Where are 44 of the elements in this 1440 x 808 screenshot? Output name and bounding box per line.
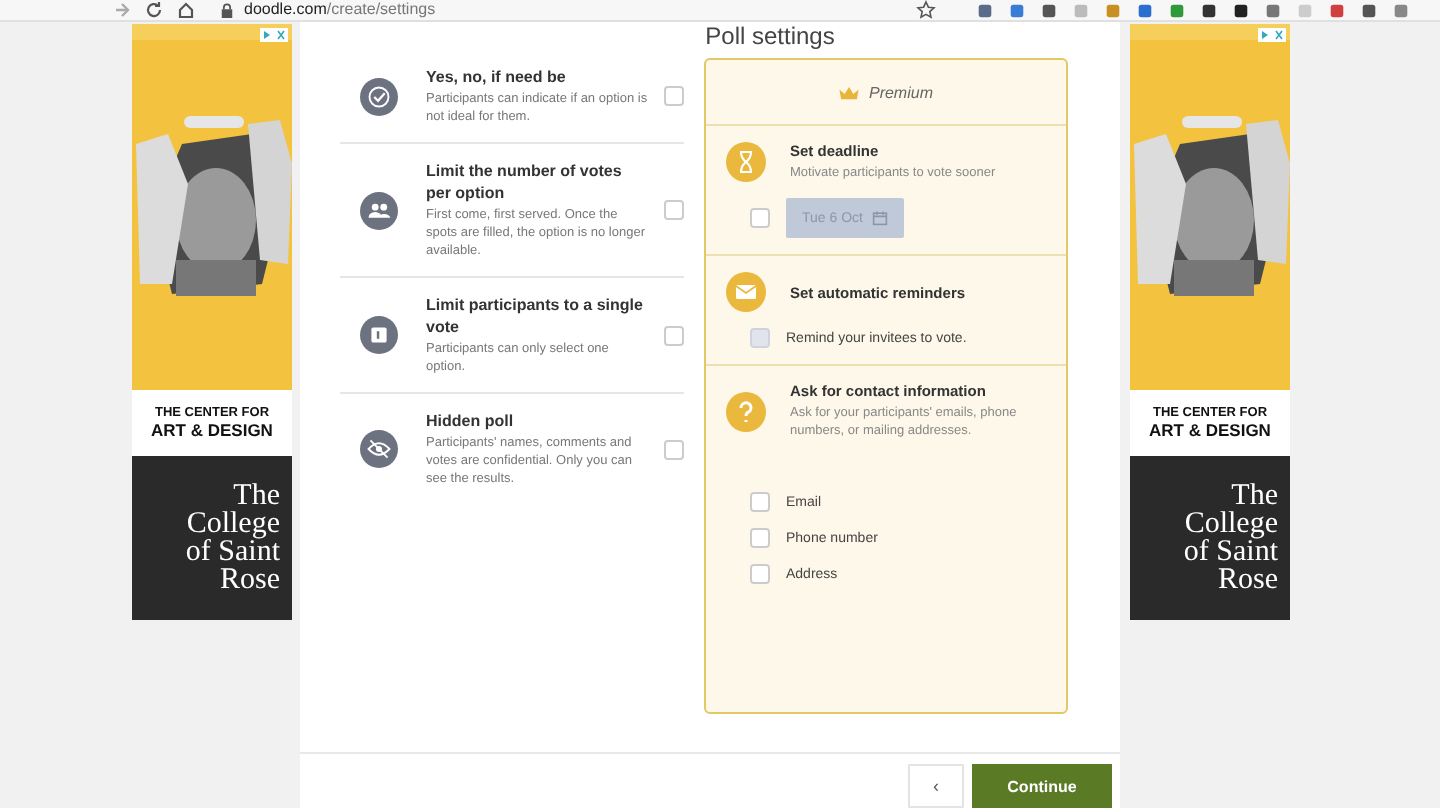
- college-name-line: of Saint: [1183, 538, 1278, 566]
- star-icon[interactable]: [916, 0, 936, 20]
- calendar-icon: [872, 210, 889, 226]
- reload-icon[interactable]: [144, 0, 164, 20]
- college-name-line: Rose: [220, 566, 280, 594]
- continue-button[interactable]: Continue: [972, 764, 1112, 808]
- option-title: Limit participants to a single vote: [426, 294, 645, 338]
- url-text: doodle.com/create/settings: [244, 0, 438, 20]
- premium-label: Premium: [868, 83, 933, 101]
- people-icon: [360, 191, 398, 229]
- number-one-icon: [360, 316, 398, 354]
- checkbox[interactable]: [664, 200, 684, 220]
- ad-choices-icon[interactable]: [260, 28, 288, 42]
- back-button[interactable]: ‹: [908, 764, 964, 808]
- college-name-line: College: [186, 510, 280, 538]
- checkbox[interactable]: [750, 208, 770, 228]
- college-name-line: The: [1231, 482, 1278, 510]
- checkbox[interactable]: [750, 528, 770, 548]
- address-bar[interactable]: doodle.com/create/settings: [208, 0, 948, 21]
- checkbox[interactable]: [664, 439, 684, 459]
- hidden-eye-icon: [360, 430, 398, 468]
- ad-text: ART & DESIGN: [1149, 420, 1271, 440]
- question-mark-icon: [726, 391, 766, 431]
- checkbox[interactable]: [750, 564, 770, 584]
- lock-icon: [220, 1, 234, 19]
- option-title: Limit the number of votes per option: [426, 160, 624, 204]
- college-name-line: College: [1184, 510, 1278, 538]
- ad-choices-icon[interactable]: [1258, 28, 1286, 42]
- checkbox[interactable]: [664, 86, 684, 106]
- college-name-line: of Saint: [185, 538, 280, 566]
- crown-icon: [838, 85, 861, 99]
- envelope-icon: [726, 272, 766, 312]
- college-name-line: Rose: [1218, 566, 1278, 594]
- college-name-line: The: [233, 482, 280, 510]
- home-icon[interactable]: [176, 0, 196, 20]
- ad-text: ART & DESIGN: [151, 420, 273, 440]
- checkbox[interactable]: [664, 325, 684, 345]
- check-circle-icon: [360, 77, 398, 115]
- hourglass-icon: [726, 142, 766, 182]
- option-title: Yes, no, if need be: [426, 66, 568, 88]
- checkbox[interactable]: [750, 492, 770, 512]
- option-title: Hidden poll: [426, 410, 516, 432]
- forward-icon[interactable]: [112, 0, 132, 20]
- page-title: Poll settings: [703, 22, 837, 50]
